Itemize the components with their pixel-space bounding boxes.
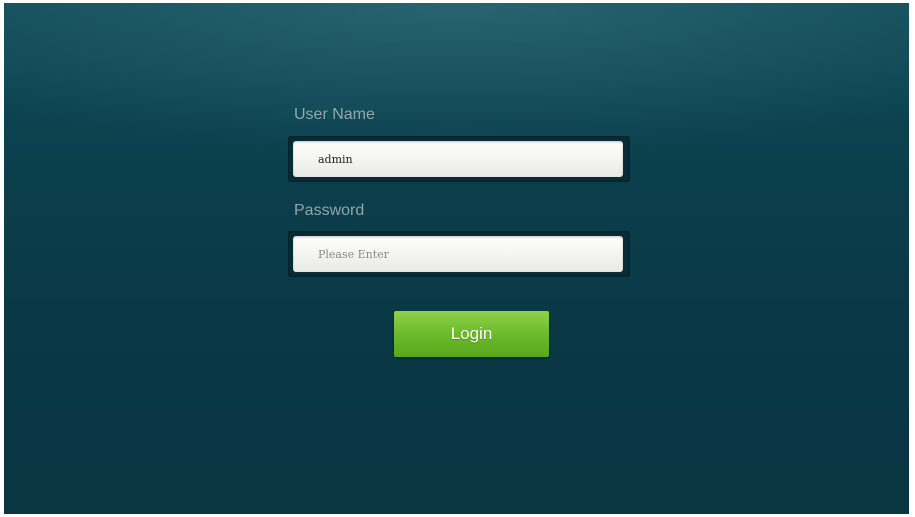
login-screen: User Name Password Login <box>4 3 909 514</box>
login-button[interactable]: Login <box>394 311 549 357</box>
username-input[interactable] <box>293 141 623 177</box>
password-input[interactable] <box>293 236 623 272</box>
username-field-frame <box>288 136 630 182</box>
username-label: User Name <box>294 106 375 123</box>
password-field-frame <box>288 231 630 277</box>
password-label: Password <box>294 202 365 219</box>
